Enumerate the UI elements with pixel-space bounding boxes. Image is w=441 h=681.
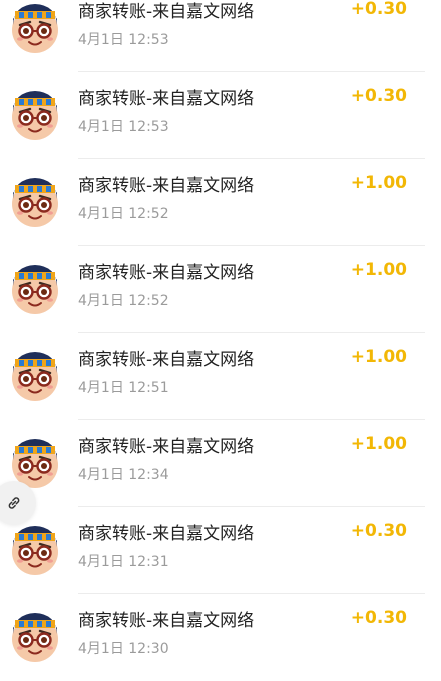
cartoon-avatar-icon — [12, 526, 58, 575]
cartoon-avatar-icon — [12, 178, 58, 227]
link-icon — [8, 497, 20, 509]
transaction-time: 4月1日 12:34 — [78, 467, 169, 483]
avatar — [8, 175, 62, 229]
transaction-title: 商家转账-来自嘉文网络 — [78, 350, 255, 370]
avatar — [8, 262, 62, 316]
cartoon-avatar-icon — [12, 613, 58, 662]
list-item[interactable]: 商家转账-来自嘉文网络 4月1日 12:34 +1.00 — [0, 420, 441, 507]
transaction-amount: +0.30 — [350, 521, 407, 541]
transaction-amount: +1.00 — [350, 434, 407, 454]
transaction-time: 4月1日 12:52 — [78, 293, 169, 309]
transaction-amount: +0.30 — [350, 86, 407, 106]
transaction-time: 4月1日 12:31 — [78, 554, 169, 570]
transaction-amount: +1.00 — [350, 347, 407, 367]
transaction-title: 商家转账-来自嘉文网络 — [78, 176, 255, 196]
list-item[interactable]: 商家转账-来自嘉文网络 4月1日 12:52 +1.00 — [0, 159, 441, 246]
transaction-time: 4月1日 12:52 — [78, 206, 169, 222]
transaction-time: 4月1日 12:30 — [78, 641, 169, 657]
list-item[interactable]: 商家转账-来自嘉文网络 4月1日 12:53 +0.30 — [0, 72, 441, 159]
transaction-time: 4月1日 12:53 — [78, 119, 169, 135]
transaction-title: 商家转账-来自嘉文网络 — [78, 611, 255, 631]
list-item[interactable]: 商家转账-来自嘉文网络 4月1日 12:51 +1.00 — [0, 333, 441, 420]
avatar — [8, 1, 62, 55]
transaction-title: 商家转账-来自嘉文网络 — [78, 437, 255, 457]
cartoon-avatar-icon — [12, 352, 58, 401]
list-item[interactable]: 商家转账-来自嘉文网络 4月1日 12:52 +1.00 — [0, 246, 441, 333]
cartoon-avatar-icon — [12, 91, 58, 140]
transaction-title: 商家转账-来自嘉文网络 — [78, 89, 255, 109]
transaction-amount: +0.30 — [350, 608, 407, 628]
avatar — [8, 523, 62, 577]
list-item[interactable]: 商家转账-来自嘉文网络 4月1日 12:31 +0.30 — [0, 507, 441, 594]
avatar — [8, 88, 62, 142]
list-item[interactable]: 商家转账-来自嘉文网络 4月1日 12:30 +0.30 — [0, 594, 441, 681]
transaction-amount: +1.00 — [350, 260, 407, 280]
transaction-amount: +1.00 — [350, 173, 407, 193]
transaction-title: 商家转账-来自嘉文网络 — [78, 524, 255, 544]
transaction-time: 4月1日 12:53 — [78, 32, 169, 48]
transaction-time: 4月1日 12:51 — [78, 380, 169, 396]
transaction-amount: +0.30 — [350, 0, 407, 19]
transaction-title: 商家转账-来自嘉文网络 — [78, 263, 255, 283]
cartoon-avatar-icon — [12, 4, 58, 53]
transaction-list: 商家转账-来自嘉文网络 4月1日 12:53 +0.30 商家转账-来自嘉文网络… — [0, 0, 441, 681]
list-item[interactable]: 商家转账-来自嘉文网络 4月1日 12:53 +0.30 — [0, 0, 441, 72]
transaction-title: 商家转账-来自嘉文网络 — [78, 2, 255, 22]
cartoon-avatar-icon — [12, 265, 58, 314]
avatar — [8, 349, 62, 403]
avatar — [8, 610, 62, 664]
